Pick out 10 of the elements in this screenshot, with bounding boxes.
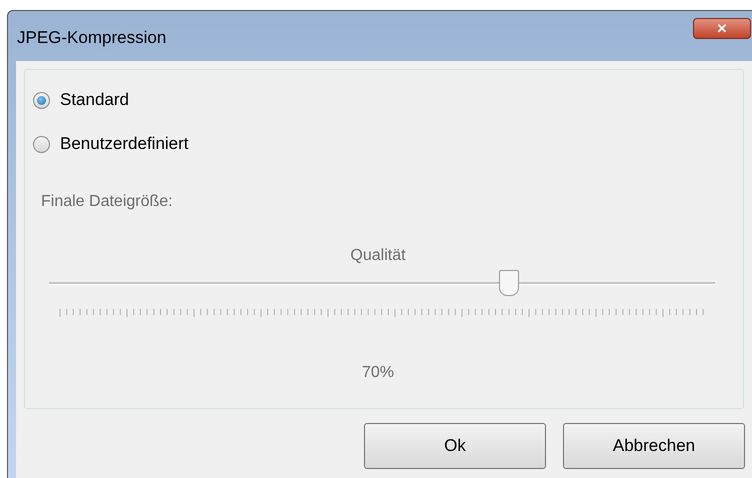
quality-value: 70%	[362, 363, 394, 383]
radio-button[interactable]	[33, 92, 50, 108]
file-size-label: Finale Dateigröße:	[41, 192, 174, 212]
window-title: JPEG-Kompression	[17, 27, 166, 49]
ok-button[interactable]: Ok	[364, 423, 546, 469]
radio-button[interactable]	[33, 136, 50, 152]
radio-label: Standard	[60, 89, 129, 112]
cancel-button[interactable]: Abbrechen	[563, 423, 745, 469]
radio-label: Benutzerdefiniert	[60, 133, 189, 156]
quality-label: Qualität	[350, 246, 406, 266]
